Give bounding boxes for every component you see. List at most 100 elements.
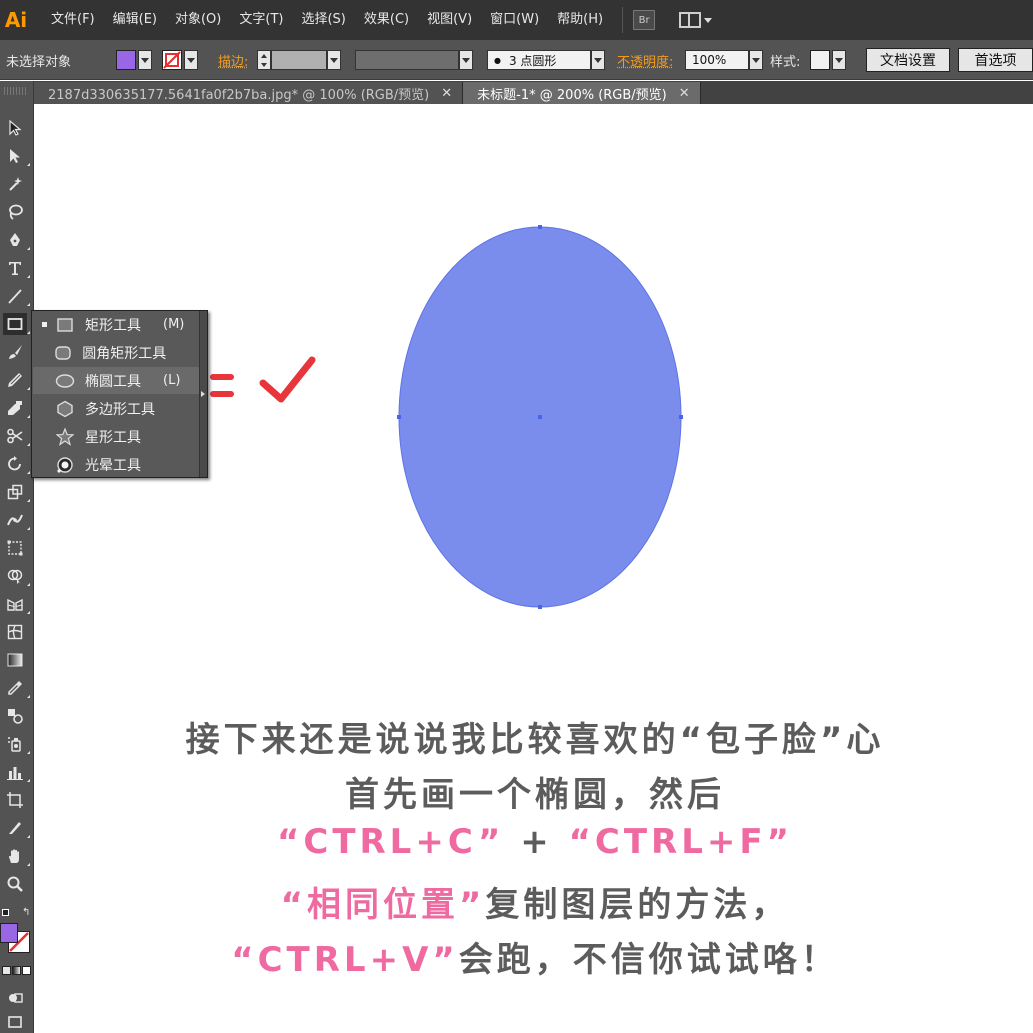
document-setup-button[interactable]: 文档设置 [866, 48, 950, 72]
tab-document-jpg[interactable]: 2187d330635177.5641fa0f2b7ba.jpg* @ 100%… [34, 82, 464, 104]
pencil-tool[interactable] [3, 369, 30, 391]
artboard-tool[interactable] [3, 789, 27, 811]
drawing-mode-button[interactable] [3, 987, 27, 1009]
close-icon[interactable]: ✕ [679, 86, 690, 101]
fill-proxy[interactable] [0, 923, 18, 943]
zoom-tool[interactable] [3, 873, 27, 895]
style-control[interactable] [810, 40, 846, 80]
menu-window[interactable]: 窗口(W) [481, 0, 548, 40]
menu-select[interactable]: 选择(S) [292, 0, 354, 40]
stroke-weight-field[interactable] [271, 50, 327, 70]
column-graph-tool[interactable] [3, 761, 30, 783]
width-tool[interactable] [3, 509, 30, 531]
brush-definition-control[interactable]: ● 3 点圆形 [487, 40, 605, 80]
default-colors-icon[interactable] [2, 909, 9, 916]
variable-width-control[interactable] [355, 40, 473, 80]
scissors-tool[interactable] [3, 425, 30, 447]
anchor-point-top[interactable] [538, 225, 542, 229]
direct-selection-arrow-icon [10, 149, 20, 163]
flyout-item-flare[interactable]: 光晕工具 [33, 451, 199, 478]
flyout-item-polygon[interactable]: 多边形工具 [33, 395, 199, 422]
gradient-mode-icon[interactable] [12, 966, 21, 975]
color-mode-icon[interactable] [2, 966, 11, 975]
menu-view[interactable]: 视图(V) [418, 0, 481, 40]
hand-tool[interactable] [3, 845, 30, 867]
workspace-switcher[interactable] [679, 12, 713, 28]
artboard-icon [7, 792, 23, 808]
anchor-point-left[interactable] [397, 415, 401, 419]
fill-control[interactable] [116, 40, 152, 80]
menu-type[interactable]: 文字(T) [230, 0, 292, 40]
lasso-tool[interactable] [3, 201, 27, 223]
magic-wand-tool[interactable] [3, 173, 27, 195]
screen-mode-button[interactable] [3, 1011, 27, 1033]
selection-tool[interactable] [3, 117, 27, 139]
brush-definition-field[interactable]: ● 3 点圆形 [487, 50, 591, 70]
flyout-item-ellipse[interactable]: 椭圆工具 (L) [33, 367, 199, 394]
menu-help[interactable]: 帮助(H) [548, 0, 612, 40]
flyout-shortcut: (M) [163, 317, 185, 332]
style-dropdown[interactable] [832, 50, 846, 70]
stroke-none-swatch[interactable] [162, 50, 182, 70]
type-tool[interactable] [3, 257, 30, 279]
stroke-label[interactable]: 描边: [218, 40, 248, 80]
direct-selection-tool[interactable] [3, 145, 30, 167]
flyout-item-star[interactable]: 星形工具 [33, 423, 199, 450]
paintbrush-tool[interactable] [3, 341, 27, 363]
slice-tool[interactable] [3, 817, 30, 839]
variable-width-dropdown[interactable] [459, 50, 473, 70]
scale-tool[interactable] [3, 481, 30, 503]
shape-builder-tool[interactable] [3, 565, 30, 587]
anchor-point-bottom[interactable] [538, 605, 542, 609]
swap-default-colors[interactable]: ↰ [0, 907, 34, 921]
draw-normal-icon [9, 993, 23, 1003]
tearoff-bar[interactable] [199, 311, 207, 477]
swap-arrow-icon[interactable]: ↰ [22, 907, 30, 918]
pen-nib-icon [10, 233, 20, 246]
selection-arrow-icon [9, 119, 22, 136]
center-point[interactable] [538, 415, 542, 419]
close-icon[interactable]: ✕ [441, 86, 452, 101]
blend-tool[interactable] [3, 705, 27, 727]
bridge-button[interactable]: Br [633, 10, 656, 30]
opacity-control[interactable]: 100% [685, 40, 763, 80]
none-mode-icon[interactable] [22, 966, 31, 975]
line-segment-tool[interactable] [3, 285, 30, 307]
opacity-field[interactable]: 100% [685, 50, 749, 70]
brush-definition-value: 3 点圆形 [508, 53, 557, 68]
stroke-weight-control[interactable] [257, 40, 341, 80]
stroke-weight-dropdown[interactable] [327, 50, 341, 70]
fill-swatch[interactable] [116, 50, 136, 70]
mesh-tool[interactable] [3, 621, 27, 643]
opacity-dropdown[interactable] [749, 50, 763, 70]
menu-edit[interactable]: 编辑(E) [104, 0, 166, 40]
rotate-tool[interactable] [3, 453, 30, 475]
menu-effect[interactable]: 效果(C) [355, 0, 418, 40]
menu-object[interactable]: 对象(O) [166, 0, 230, 40]
stroke-color-control[interactable] [162, 40, 198, 80]
gradient-tool[interactable] [3, 649, 27, 671]
blob-brush-tool[interactable] [3, 397, 30, 419]
prefs-wrap: 首选项 [958, 40, 1033, 80]
menu-file[interactable]: 文件(F) [42, 0, 104, 40]
fill-dropdown[interactable] [138, 50, 152, 70]
stroke-weight-spinner[interactable] [257, 50, 271, 70]
variable-width-field[interactable] [355, 50, 459, 70]
tab-untitled-1[interactable]: 未标题-1* @ 200% (RGB/预览) ✕ [463, 82, 701, 104]
pen-tool[interactable] [3, 229, 30, 251]
preferences-button[interactable]: 首选项 [958, 48, 1033, 72]
stroke-color-dropdown[interactable] [184, 50, 198, 70]
perspective-grid-tool[interactable] [3, 593, 30, 615]
panel-grip[interactable] [4, 87, 28, 95]
symbol-sprayer-tool[interactable] [3, 733, 30, 755]
flyout-item-rounded-rectangle[interactable]: 圆角矩形工具 [33, 339, 199, 366]
style-swatch[interactable] [810, 50, 830, 70]
eyedropper-tool[interactable] [3, 677, 30, 699]
rectangle-tool[interactable] [3, 313, 30, 335]
flyout-item-rectangle[interactable]: 矩形工具 (M) [33, 311, 199, 338]
brush-definition-dropdown[interactable] [591, 50, 605, 70]
free-transform-tool[interactable] [3, 537, 27, 559]
opacity-label[interactable]: 不透明度: [617, 40, 673, 80]
anchor-point-right[interactable] [679, 415, 683, 419]
chevron-down-icon [330, 57, 338, 63]
